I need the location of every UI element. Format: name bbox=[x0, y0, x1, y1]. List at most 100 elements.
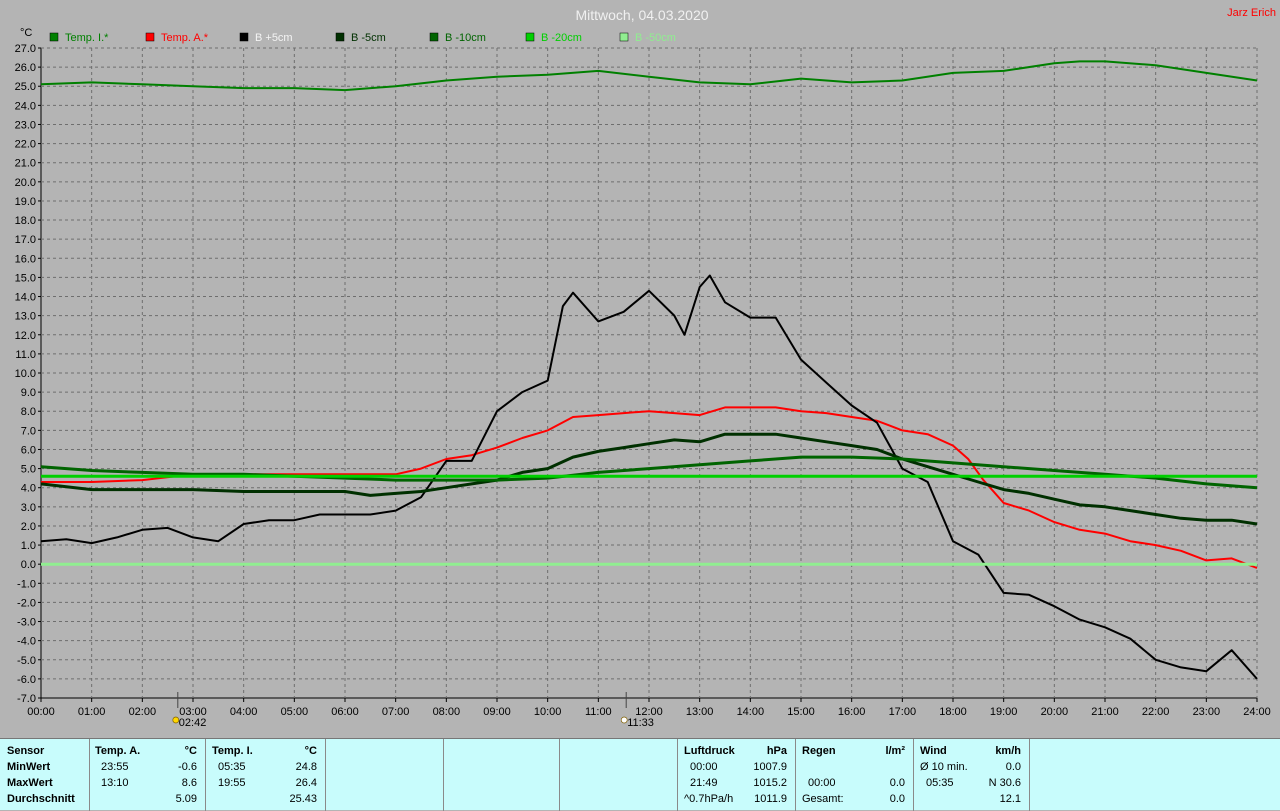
x-tick-label: 15:00 bbox=[787, 706, 815, 718]
x-tick-label: 06:00 bbox=[331, 706, 359, 718]
wind-avg: 12.1 bbox=[999, 793, 1021, 805]
x-tick-label: 00:00 bbox=[27, 706, 55, 718]
legend-label-b-5cm: B -5cm bbox=[351, 32, 386, 44]
x-tick-label: 22:00 bbox=[1142, 706, 1170, 718]
legend-swatch-b-50cm bbox=[619, 32, 629, 42]
x-tick-label: 11:00 bbox=[585, 706, 612, 718]
temp-a-column: Temp. A. °C 23:55 -0.6 13:10 8.6 5.09 bbox=[90, 739, 206, 811]
y-tick-label: 25.0 bbox=[15, 81, 36, 93]
y-tick-label: 16.0 bbox=[15, 253, 36, 265]
y-tick-label: 0.0 bbox=[21, 559, 36, 571]
x-tick-label: 24:00 bbox=[1243, 706, 1271, 718]
y-tick-label: 5.0 bbox=[21, 464, 36, 476]
pressure-max-time: 21:49 bbox=[690, 777, 718, 789]
y-tick-label: 18.0 bbox=[15, 215, 36, 227]
temp-i-max: 26.4 bbox=[295, 777, 317, 789]
y-tick-label: 24.0 bbox=[15, 100, 36, 112]
chart-title: Mittwoch, 04.03.2020 bbox=[575, 7, 708, 23]
max-label: MaxWert bbox=[7, 777, 53, 789]
wind-header: Wind bbox=[920, 745, 947, 757]
y-tick-label: 10.0 bbox=[15, 368, 36, 380]
y-tick-label: -1.0 bbox=[17, 578, 36, 590]
wind-column: Wind km/h Ø 10 min. 0.0 05:35 N 30.6 12.… bbox=[914, 739, 1030, 811]
y-tick-label: -7.0 bbox=[17, 693, 36, 705]
wind-avg10: 0.0 bbox=[1005, 761, 1021, 773]
y-tick-label: 15.0 bbox=[15, 272, 36, 284]
x-axis: 00:00 01:00 02:00 03:00 04:00 05:00 06:00 07:00… bbox=[27, 698, 1271, 718]
y-tick-label: 8.0 bbox=[21, 406, 36, 418]
y-tick-label: 14.0 bbox=[15, 292, 36, 304]
pressure-min-time: 00:00 bbox=[690, 761, 718, 773]
pressure-column: Luftdruck hPa 00:00 1007.9 21:49 1015.2 … bbox=[678, 739, 796, 811]
sensor-header: Sensor bbox=[7, 745, 45, 757]
y-tick-label: 3.0 bbox=[21, 502, 36, 514]
marker-label: 11:33 bbox=[627, 717, 654, 729]
wind-avg10-label: Ø 10 min. bbox=[920, 761, 968, 773]
x-tick-label: 04:00 bbox=[230, 706, 258, 718]
y-axis-unit: °C bbox=[20, 27, 32, 39]
temp-i-min-time: 05:35 bbox=[218, 761, 246, 773]
y-tick-label: 1.0 bbox=[21, 540, 36, 552]
stats-panel: Sensor MinWert MaxWert Durchschnitt Temp… bbox=[0, 738, 1280, 811]
legend-swatch-b-5cm bbox=[335, 32, 345, 42]
wind-max-time: 05:35 bbox=[926, 777, 954, 789]
temp-i-unit: °C bbox=[304, 745, 317, 757]
y-tick-label: -6.0 bbox=[17, 674, 36, 686]
x-tick-label: 05:00 bbox=[281, 706, 309, 718]
series-group bbox=[40, 60, 1258, 680]
legend-swatch-b-10cm bbox=[429, 32, 439, 42]
rain-max-time: 00:00 bbox=[808, 777, 836, 789]
wind-max: N 30.6 bbox=[988, 777, 1021, 789]
legend-label-b-20cm: B -20cm bbox=[541, 32, 582, 44]
temp-a-max: 8.6 bbox=[181, 777, 197, 789]
pressure-header: Luftdruck bbox=[684, 745, 735, 757]
y-tick-label: 6.0 bbox=[21, 444, 36, 456]
y-tick-label: -5.0 bbox=[17, 655, 36, 667]
y-tick-label: 17.0 bbox=[15, 234, 36, 246]
rain-header: Regen bbox=[802, 745, 836, 757]
x-tick-label: 14:00 bbox=[737, 706, 765, 718]
x-tick-label: 23:00 bbox=[1193, 706, 1221, 718]
y-tick-label: 22.0 bbox=[15, 139, 36, 151]
legend-swatch-b-20cm bbox=[525, 32, 535, 42]
y-tick-label: 21.0 bbox=[15, 158, 36, 170]
temp-a-min: -0.6 bbox=[178, 761, 197, 773]
y-tick-label: 23.0 bbox=[15, 119, 36, 131]
legend-label-b-10cm: B -10cm bbox=[445, 32, 486, 44]
rain-total-label: Gesamt: bbox=[802, 793, 844, 805]
x-tick-label: 20:00 bbox=[1041, 706, 1069, 718]
legend-swatch-temp-i bbox=[49, 32, 59, 42]
temp-i-column: Temp. I. °C 05:35 24.8 19:55 26.4 25.43 bbox=[206, 739, 326, 811]
temp-a-header: Temp. A. bbox=[95, 745, 141, 757]
y-axis: 27.0 26.0 25.0 24.0 23.0 22.0 21.0 20.0 19.0 18.0… bbox=[15, 43, 41, 705]
legend: Temp. I.* Temp. A.* B +5cm B -5cm B -10cm B -… bbox=[49, 32, 676, 44]
x-tick-label: 08:00 bbox=[433, 706, 461, 718]
temp-i-header: Temp. I. bbox=[212, 745, 253, 757]
pressure-min: 1007.9 bbox=[753, 761, 787, 773]
sensor-column: Sensor MinWert MaxWert Durchschnitt bbox=[0, 739, 90, 811]
y-tick-label: 7.0 bbox=[21, 425, 36, 437]
pressure-max: 1015.2 bbox=[753, 777, 787, 789]
empty-column-1 bbox=[326, 739, 444, 811]
x-tick-label: 01:00 bbox=[78, 706, 106, 718]
wind-unit: km/h bbox=[995, 745, 1021, 757]
series-line-b-10cm bbox=[40, 455, 1258, 490]
y-tick-label: 2.0 bbox=[21, 521, 36, 533]
temp-i-min: 24.8 bbox=[295, 761, 317, 773]
y-tick-label: 9.0 bbox=[21, 387, 36, 399]
y-tick-label: -2.0 bbox=[17, 597, 36, 609]
x-tick-label: 21:00 bbox=[1091, 706, 1119, 718]
temp-a-max-time: 13:10 bbox=[101, 777, 129, 789]
y-tick-label: -3.0 bbox=[17, 617, 36, 629]
x-tick-label: 10:00 bbox=[534, 706, 562, 718]
rain-total: 0.0 bbox=[889, 793, 905, 805]
legend-swatch-temp-a bbox=[145, 32, 155, 42]
min-label: MinWert bbox=[7, 761, 51, 773]
x-tick-label: 17:00 bbox=[889, 706, 917, 718]
x-tick-label: 07:00 bbox=[382, 706, 410, 718]
x-tick-label: 09:00 bbox=[483, 706, 511, 718]
x-tick-label: 19:00 bbox=[990, 706, 1018, 718]
grid bbox=[40, 47, 1258, 699]
temperature-chart: Mittwoch, 04.03.2020 Jarz Erich °C Temp.… bbox=[15, 7, 1276, 729]
y-tick-label: 13.0 bbox=[15, 311, 36, 323]
